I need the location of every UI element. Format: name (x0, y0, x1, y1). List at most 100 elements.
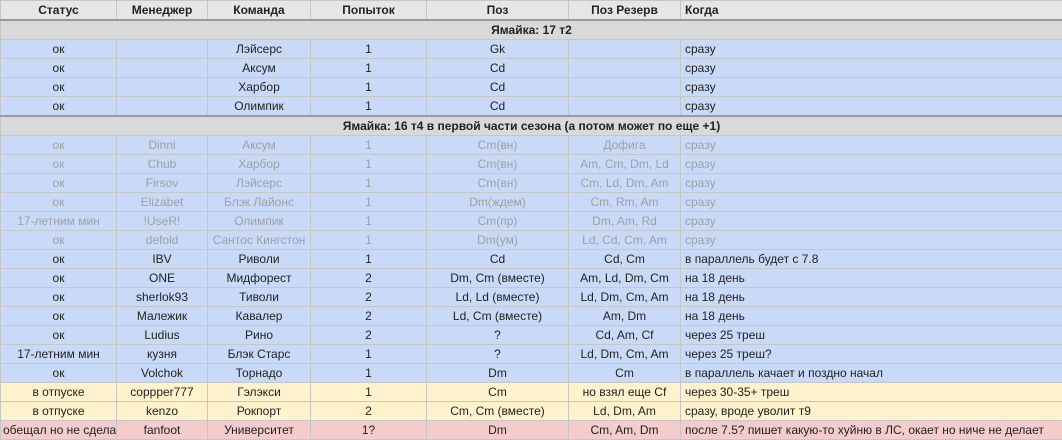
cell-team[interactable]: Харбор (208, 155, 311, 174)
cell-manager[interactable] (117, 97, 208, 117)
cell-when[interactable]: сразу (681, 231, 1062, 250)
cell-status[interactable]: ок (1, 288, 117, 307)
cell-when[interactable]: сразу (681, 174, 1062, 193)
cell-tries[interactable]: 1 (311, 59, 427, 78)
cell-pos[interactable]: Cm(вн) (427, 155, 569, 174)
cell-pos[interactable]: Dm, Cm (вместе) (427, 269, 569, 288)
cell-when[interactable]: сразу (681, 97, 1062, 117)
header-reserve[interactable]: Поз Резерв (569, 1, 681, 21)
cell-manager[interactable]: Elizabet (117, 193, 208, 212)
cell-tries[interactable]: 1 (311, 212, 427, 231)
cell-team[interactable]: Олимпик (208, 212, 311, 231)
cell-status[interactable]: ок (1, 155, 117, 174)
cell-reserve[interactable]: но взял еще Cf (569, 383, 681, 402)
cell-when[interactable]: сразу (681, 193, 1062, 212)
cell-pos[interactable]: Ld, Cm (вместе) (427, 307, 569, 326)
cell-manager[interactable] (117, 78, 208, 97)
cell-manager[interactable]: Chub (117, 155, 208, 174)
cell-tries[interactable]: 1 (311, 250, 427, 269)
cell-team[interactable]: Блэк Старс (208, 345, 311, 364)
cell-pos[interactable]: Dm (427, 364, 569, 383)
cell-team[interactable]: Риволи (208, 250, 311, 269)
cell-team[interactable]: Рино (208, 326, 311, 345)
header-tries[interactable]: Попыток (311, 1, 427, 21)
cell-tries[interactable]: 1 (311, 78, 427, 97)
cell-status[interactable]: ок (1, 78, 117, 97)
cell-reserve[interactable]: Ld, Cd, Cm, Am (569, 231, 681, 250)
cell-when[interactable]: в параллель качает и поздно начал (681, 364, 1062, 383)
cell-when[interactable]: сразу (681, 136, 1062, 155)
cell-manager[interactable]: кузня (117, 345, 208, 364)
cell-tries[interactable]: 1 (311, 97, 427, 117)
cell-when[interactable]: на 18 день (681, 288, 1062, 307)
cell-when[interactable]: на 18 день (681, 307, 1062, 326)
cell-tries[interactable]: 2 (311, 269, 427, 288)
cell-team[interactable]: Гэлэкси (208, 383, 311, 402)
cell-status[interactable]: 17-летним мин (1, 345, 117, 364)
cell-status[interactable]: ок (1, 269, 117, 288)
cell-when[interactable]: в параллель будет с 7.8 (681, 250, 1062, 269)
cell-status[interactable]: ок (1, 174, 117, 193)
cell-when[interactable]: сразу (681, 59, 1062, 78)
cell-pos[interactable]: Cd (427, 78, 569, 97)
cell-reserve[interactable]: Cm, Ld, Dm, Am (569, 174, 681, 193)
cell-when[interactable]: сразу (681, 78, 1062, 97)
cell-reserve[interactable]: Ld, Dm, Cm, Am (569, 345, 681, 364)
cell-reserve[interactable] (569, 97, 681, 117)
cell-pos[interactable]: ? (427, 326, 569, 345)
cell-tries[interactable]: 1 (311, 193, 427, 212)
cell-tries[interactable]: 1 (311, 136, 427, 155)
cell-status[interactable]: в отпуске (1, 383, 117, 402)
cell-when[interactable]: через 25 треш? (681, 345, 1062, 364)
cell-reserve[interactable]: Am, Ld, Dm, Cm (569, 269, 681, 288)
cell-status[interactable]: ок (1, 59, 117, 78)
cell-when[interactable]: сразу, вроде уволит т9 (681, 402, 1062, 421)
cell-when[interactable]: сразу (681, 155, 1062, 174)
cell-reserve[interactable]: Am, Cm, Dm, Ld (569, 155, 681, 174)
cell-reserve[interactable]: Дофига (569, 136, 681, 155)
cell-tries[interactable]: 1 (311, 231, 427, 250)
cell-tries[interactable]: 1 (311, 40, 427, 59)
cell-reserve[interactable] (569, 59, 681, 78)
cell-team[interactable]: Кавалер (208, 307, 311, 326)
header-pos[interactable]: Поз (427, 1, 569, 21)
cell-team[interactable]: Лэйсерс (208, 40, 311, 59)
cell-reserve[interactable]: Am, Dm (569, 307, 681, 326)
cell-status[interactable]: ок (1, 40, 117, 59)
cell-manager[interactable]: IBV (117, 250, 208, 269)
cell-tries[interactable]: 2 (311, 402, 427, 421)
header-when[interactable]: Когда (681, 1, 1062, 21)
cell-manager[interactable]: Ludius (117, 326, 208, 345)
cell-status[interactable]: ок (1, 250, 117, 269)
section-title[interactable]: Ямайка: 17 т2 (1, 20, 1062, 40)
cell-when[interactable]: на 18 день (681, 269, 1062, 288)
cell-team[interactable]: Тиволи (208, 288, 311, 307)
cell-manager[interactable]: kenzo (117, 402, 208, 421)
cell-pos[interactable]: Cd (427, 97, 569, 117)
cell-when[interactable]: сразу (681, 40, 1062, 59)
cell-status[interactable]: ок (1, 326, 117, 345)
cell-reserve[interactable] (569, 78, 681, 97)
header-team[interactable]: Команда (208, 1, 311, 21)
cell-reserve[interactable]: Ld, Dm, Am (569, 402, 681, 421)
cell-manager[interactable]: defold (117, 231, 208, 250)
cell-status[interactable]: ок (1, 364, 117, 383)
cell-tries[interactable]: 2 (311, 307, 427, 326)
cell-pos[interactable]: Dm(ждем) (427, 193, 569, 212)
cell-pos[interactable]: ? (427, 345, 569, 364)
cell-reserve[interactable]: Cm (569, 364, 681, 383)
cell-manager[interactable]: Firsov (117, 174, 208, 193)
cell-tries[interactable]: 1 (311, 155, 427, 174)
cell-manager[interactable]: !UseR! (117, 212, 208, 231)
cell-status[interactable]: в отпуске (1, 402, 117, 421)
cell-manager[interactable] (117, 40, 208, 59)
cell-pos[interactable]: Cm(пр) (427, 212, 569, 231)
cell-reserve[interactable]: Ld, Dm, Cm, Am (569, 288, 681, 307)
cell-pos[interactable]: Cm(вн) (427, 174, 569, 193)
header-status[interactable]: Статус (1, 1, 117, 21)
cell-pos[interactable]: Gk (427, 40, 569, 59)
cell-manager[interactable]: sherlok93 (117, 288, 208, 307)
cell-team[interactable]: Рокпорт (208, 402, 311, 421)
cell-tries[interactable]: 2 (311, 288, 427, 307)
cell-pos[interactable]: Dm(ум) (427, 231, 569, 250)
